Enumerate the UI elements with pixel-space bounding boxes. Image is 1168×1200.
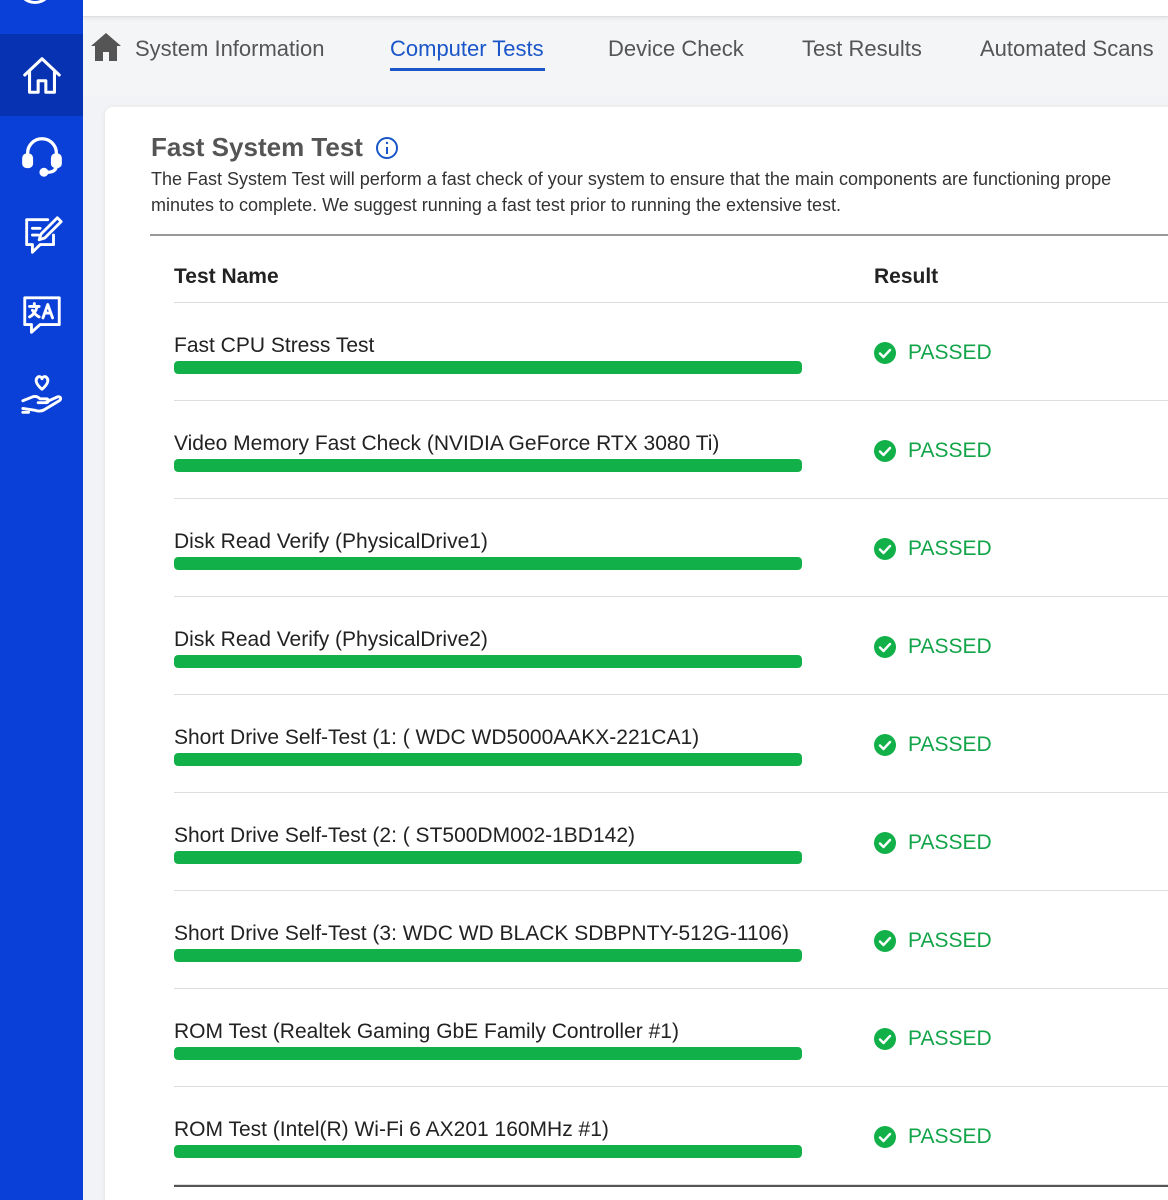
progress-bar (174, 1047, 802, 1060)
check-circle-icon (874, 1126, 896, 1148)
active-tab-indicator (390, 68, 545, 71)
tab-automated-scans[interactable]: Automated Scans (980, 36, 1154, 62)
test-result: PASSED (874, 1125, 992, 1149)
result-status: PASSED (908, 1027, 992, 1050)
check-circle-icon (874, 832, 896, 854)
table-row: Disk Read Verify (PhysicalDrive2) PASSED (105, 597, 1168, 695)
test-name: ROM Test (Realtek Gaming GbE Family Cont… (174, 1020, 679, 1043)
test-result: PASSED (874, 929, 992, 953)
description-line: The Fast System Test will perform a fast… (151, 169, 1112, 189)
column-header-result: Result (874, 265, 939, 288)
care-hand-icon (20, 375, 62, 414)
check-circle-icon (874, 1028, 896, 1050)
table-row: Video Memory Fast Check (NVIDIA GeForce … (105, 401, 1168, 499)
result-status: PASSED (908, 341, 992, 364)
sidebar (0, 0, 83, 1200)
result-status: PASSED (908, 831, 992, 854)
test-name: Fast CPU Stress Test (174, 334, 375, 357)
result-status: PASSED (908, 537, 992, 560)
result-status: PASSED (908, 635, 992, 658)
table-row: ROM Test (Intel(R) Wi-Fi 6 AX201 160MHz … (105, 1087, 1168, 1185)
check-circle-icon (874, 440, 896, 462)
progress-bar (174, 361, 802, 374)
window-header-strip (83, 0, 1168, 17)
sidebar-item-home[interactable] (0, 34, 83, 116)
check-circle-icon (874, 734, 896, 756)
test-name: Short Drive Self-Test (3: WDC WD BLACK S… (174, 922, 790, 945)
test-card: Fast System Test The Fast System Test wi… (105, 107, 1168, 1200)
progress-bar (174, 851, 802, 864)
progress-bar-fill (174, 655, 802, 668)
progress-bar (174, 655, 802, 668)
result-status: PASSED (908, 439, 992, 462)
result-status: PASSED (908, 1125, 992, 1148)
test-name: Disk Read Verify (PhysicalDrive2) (174, 628, 488, 651)
tab-test-results[interactable]: Test Results (802, 36, 922, 62)
test-name: ROM Test (Intel(R) Wi-Fi 6 AX201 160MHz … (174, 1118, 609, 1141)
progress-bar (174, 753, 802, 766)
test-result: PASSED (874, 537, 992, 561)
progress-bar-fill (174, 949, 802, 962)
test-name: Disk Read Verify (PhysicalDrive1) (174, 530, 488, 553)
check-circle-icon (874, 342, 896, 364)
test-name: Short Drive Self-Test (1: ( WDC WD5000AA… (174, 726, 700, 749)
table-row: Short Drive Self-Test (1: ( WDC WD5000AA… (105, 695, 1168, 793)
table-row: Fast CPU Stress Test PASSED (105, 303, 1168, 401)
tab-computer-tests[interactable]: Computer Tests (390, 36, 544, 62)
test-result: PASSED (874, 635, 992, 659)
result-status: PASSED (908, 929, 992, 952)
test-name: Short Drive Self-Test (2: ( ST500DM002-1… (174, 824, 636, 847)
test-result: PASSED (874, 341, 992, 365)
sidebar-item-feedback[interactable] (0, 194, 83, 276)
app-logo (17, 0, 53, 4)
table-row: Short Drive Self-Test (3: WDC WD BLACK S… (105, 891, 1168, 989)
check-circle-icon (874, 636, 896, 658)
column-header-test-name: Test Name (174, 265, 279, 288)
sidebar-item-support[interactable] (0, 114, 83, 196)
table-row: Disk Read Verify (PhysicalDrive1) PASSED (105, 499, 1168, 597)
progress-bar-fill (174, 361, 802, 374)
section-title: Fast System Test (151, 132, 363, 162)
progress-bar (174, 949, 802, 962)
top-navigation: System Information Computer Tests Device… (83, 0, 1168, 96)
progress-bar (174, 1145, 802, 1158)
divider (174, 1185, 1168, 1187)
home-icon (22, 57, 61, 94)
test-list: Fast CPU Stress Test PASSED Video Memory… (105, 303, 1168, 1185)
result-status: PASSED (908, 733, 992, 756)
tab-system-information[interactable]: System Information (135, 36, 325, 62)
progress-bar (174, 557, 802, 570)
table-row: Short Drive Self-Test (2: ( ST500DM002-1… (105, 793, 1168, 891)
check-circle-icon (874, 538, 896, 560)
test-result: PASSED (874, 733, 992, 757)
check-circle-icon (874, 930, 896, 952)
translate-icon (22, 296, 61, 334)
test-result: PASSED (874, 439, 992, 463)
headset-icon (21, 137, 62, 177)
progress-bar-fill (174, 557, 802, 570)
info-icon[interactable] (375, 136, 399, 160)
table-row: ROM Test (Realtek Gaming GbE Family Cont… (105, 989, 1168, 1087)
test-name: Video Memory Fast Check (NVIDIA GeForce … (174, 432, 720, 455)
progress-bar-fill (174, 1047, 802, 1060)
tab-device-check[interactable]: Device Check (608, 36, 744, 62)
home-icon[interactable] (89, 30, 123, 64)
progress-bar-fill (174, 851, 802, 864)
progress-bar-fill (174, 1145, 802, 1158)
divider (150, 234, 1168, 236)
progress-bar (174, 459, 802, 472)
test-result: PASSED (874, 1027, 992, 1051)
feedback-icon (24, 216, 63, 254)
progress-bar-fill (174, 459, 802, 472)
section-description: The Fast System Test will perform a fast… (151, 166, 1168, 218)
test-result: PASSED (874, 831, 992, 855)
sidebar-item-language[interactable] (0, 274, 83, 356)
description-line: minutes to complete. We suggest running … (151, 195, 842, 215)
sidebar-item-care[interactable] (0, 354, 83, 436)
progress-bar-fill (174, 753, 802, 766)
